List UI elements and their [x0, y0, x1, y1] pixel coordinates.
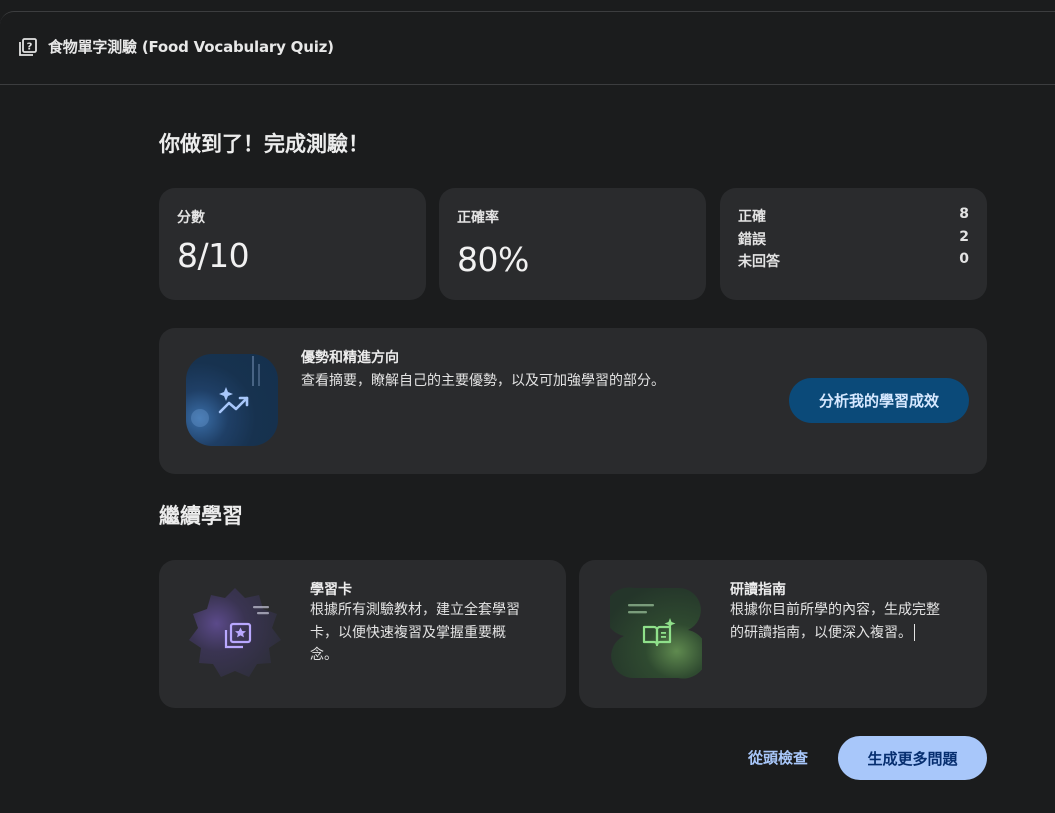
- flashcards-card[interactable]: 學習卡 根據所有測驗教材，建立全套學習 卡，以便快速複習及掌握重要概 念。: [159, 560, 566, 708]
- breakdown-label: 未回答: [738, 254, 780, 270]
- text-cursor: [914, 624, 915, 641]
- quiz-icon: ?: [19, 38, 37, 56]
- breakdown-count: 8: [959, 206, 969, 222]
- breakdown-count: 0: [959, 251, 969, 267]
- analyze-performance-button[interactable]: 分析我的學習成效: [789, 378, 969, 423]
- insights-card: 優勢和精進方向 查看摘要，瞭解自己的主要優勢，以及可加強學習的部分。 分析我的學…: [159, 328, 987, 474]
- review-answers-button[interactable]: 從頭檢查: [748, 747, 808, 768]
- study-guide-icon: [610, 587, 702, 679]
- insights-title: 優勢和精進方向: [301, 350, 399, 366]
- study-guide-title: 研讀指南: [730, 582, 786, 598]
- score-label: 分數: [177, 210, 205, 226]
- flashcards-title: 學習卡: [310, 582, 352, 598]
- continue-learning-heading: 繼續學習: [159, 504, 243, 528]
- study-guide-description: 根據你目前所學的內容，生成完整 的研讀指南，以便深入複習。: [730, 602, 940, 641]
- score-card: 分數 8/10: [159, 188, 426, 300]
- quiz-header: ? 食物單字測驗 (Food Vocabulary Quiz): [0, 11, 1055, 85]
- breakdown-count: 2: [959, 229, 969, 245]
- score-value: 8/10: [177, 236, 250, 275]
- breakdown-label: 錯誤: [738, 232, 766, 248]
- breakdown-row-incorrect: 錯誤 2: [738, 229, 969, 251]
- accuracy-value: 80%: [457, 240, 529, 279]
- answer-breakdown-card: 正確 8 錯誤 2 未回答 0: [720, 188, 987, 300]
- breakdown-row-unanswered: 未回答 0: [738, 251, 969, 273]
- accuracy-label: 正確率: [457, 210, 499, 226]
- quiz-title: 食物單字測驗 (Food Vocabulary Quiz): [48, 38, 334, 56]
- study-guide-card[interactable]: 研讀指南 根據你目前所學的內容，生成完整 的研讀指南，以便深入複習。: [579, 560, 987, 708]
- completion-heading: 你做到了！完成測驗！: [159, 132, 369, 156]
- flashcards-icon: [189, 588, 281, 677]
- accuracy-card: 正確率 80%: [439, 188, 706, 300]
- flashcards-description: 根據所有測驗教材，建立全套學習 卡，以便快速複習及掌握重要概 念。: [310, 602, 520, 663]
- breakdown-label: 正確: [738, 209, 766, 225]
- insights-description: 查看摘要，瞭解自己的主要優勢，以及可加強學習的部分。: [301, 373, 665, 389]
- sparkle-trend-icon: [191, 356, 260, 427]
- svg-text:?: ?: [27, 42, 33, 53]
- insight-illustration: [186, 354, 278, 446]
- breakdown-row-correct: 正確 8: [738, 206, 969, 228]
- generate-more-questions-button[interactable]: 生成更多問題: [838, 736, 987, 780]
